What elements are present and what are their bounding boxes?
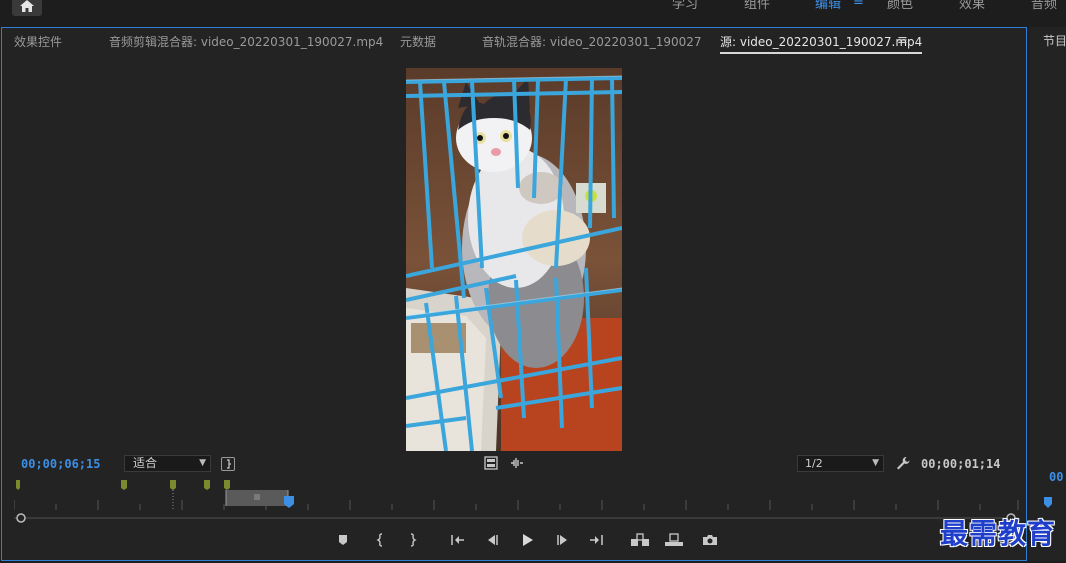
mark-out-button[interactable] (400, 528, 424, 552)
watermark-logo: 最需教育 (940, 517, 1057, 550)
tab-source[interactable]: 源: video_20220301_190027.mp4 (720, 33, 923, 54)
chevron-down-icon: ▼ (199, 458, 206, 468)
bracket-icon (227, 459, 231, 469)
program-timecode[interactable]: 00 (1049, 470, 1063, 484)
workspace-bar: 学习 组件 编辑 ≡ 颜色 效果 音频 (0, 0, 1066, 18)
chevron-down-icon: ▼ (872, 458, 879, 468)
drag-audio-icon[interactable] (509, 456, 525, 473)
workspace-tab-audio[interactable]: 音频 (1031, 0, 1057, 12)
insert-button[interactable] (628, 528, 652, 552)
tab-program[interactable]: 节目 (1043, 32, 1066, 49)
time-ruler[interactable] (13, 476, 1019, 510)
drag-insert-button[interactable] (221, 457, 235, 471)
workspace-tab-editing[interactable]: 编辑 (815, 0, 841, 12)
zoom-scrollbar[interactable] (14, 512, 1019, 523)
workspace-tab-assembly[interactable]: 组件 (744, 0, 770, 12)
workspace-menu-icon[interactable]: ≡ (853, 0, 864, 9)
source-monitor-panel: 效果控件 音频剪辑混合器: video_20220301_190027.mp4 … (1, 27, 1027, 561)
export-frame-button[interactable] (698, 528, 722, 552)
tab-effect-controls[interactable]: 效果控件 (14, 33, 62, 50)
workspace-tab-effects[interactable]: 效果 (959, 0, 985, 12)
camera-icon (703, 535, 717, 545)
step-back-icon (488, 535, 498, 545)
tab-audio-track-mixer[interactable]: 音轨混合器: video_20220301_190027 (482, 33, 702, 50)
home-icon (20, 0, 34, 12)
program-monitor-panel: 节目 00 (1029, 27, 1066, 561)
add-marker-button[interactable] (331, 528, 355, 552)
video-preview (406, 68, 622, 451)
playhead-marker (284, 496, 294, 508)
video-frame-image (406, 68, 622, 451)
step-forward-button[interactable] (551, 528, 575, 552)
step-back-button[interactable] (480, 528, 504, 552)
program-playhead-marker (1044, 497, 1052, 508)
go-to-out-icon (590, 535, 603, 545)
home-button[interactable] (12, 0, 42, 16)
mark-in-icon (376, 533, 383, 547)
playhead-timecode[interactable]: 00;00;06;15 (21, 457, 100, 471)
clip-markers (16, 480, 230, 490)
tab-metadata[interactable]: 元数据 (400, 33, 436, 50)
workspace-tab-learn[interactable]: 学习 (672, 0, 698, 12)
playback-resolution-value: 1/2 (805, 457, 823, 470)
panel-tabs: 效果控件 音频剪辑混合器: video_20220301_190027.mp4 … (2, 28, 1026, 56)
wrench-icon[interactable] (895, 455, 911, 474)
go-to-out-button[interactable] (584, 528, 608, 552)
drag-video-icon[interactable] (484, 456, 498, 473)
play-icon (523, 534, 533, 546)
mark-out-icon (410, 533, 417, 547)
mark-in-button[interactable] (369, 528, 393, 552)
panel-menu-icon[interactable]: ≡ (897, 33, 908, 48)
tab-audio-clip-mixer[interactable]: 音频剪辑混合器: video_20220301_190027.mp4 (109, 33, 383, 50)
overwrite-icon (665, 533, 683, 546)
workspace-tab-color[interactable]: 颜色 (887, 0, 913, 12)
zoom-handle-left (16, 513, 26, 523)
playback-resolution-select[interactable]: 1/2 ▼ (797, 455, 884, 472)
go-to-in-icon (451, 535, 464, 545)
play-button[interactable] (515, 528, 539, 552)
go-to-in-button[interactable] (446, 528, 470, 552)
duration-timecode: 00;00;01;14 (921, 457, 1001, 471)
insert-icon (631, 533, 649, 546)
zoom-level-value: 适合 (133, 456, 158, 470)
overwrite-button[interactable] (662, 528, 686, 552)
ruler-ticks (13, 500, 1019, 510)
transport-controls (2, 528, 1028, 556)
step-forward-icon (557, 535, 567, 545)
marker-icon (339, 535, 347, 545)
zoom-level-select[interactable]: 适合 ▼ (124, 455, 211, 472)
